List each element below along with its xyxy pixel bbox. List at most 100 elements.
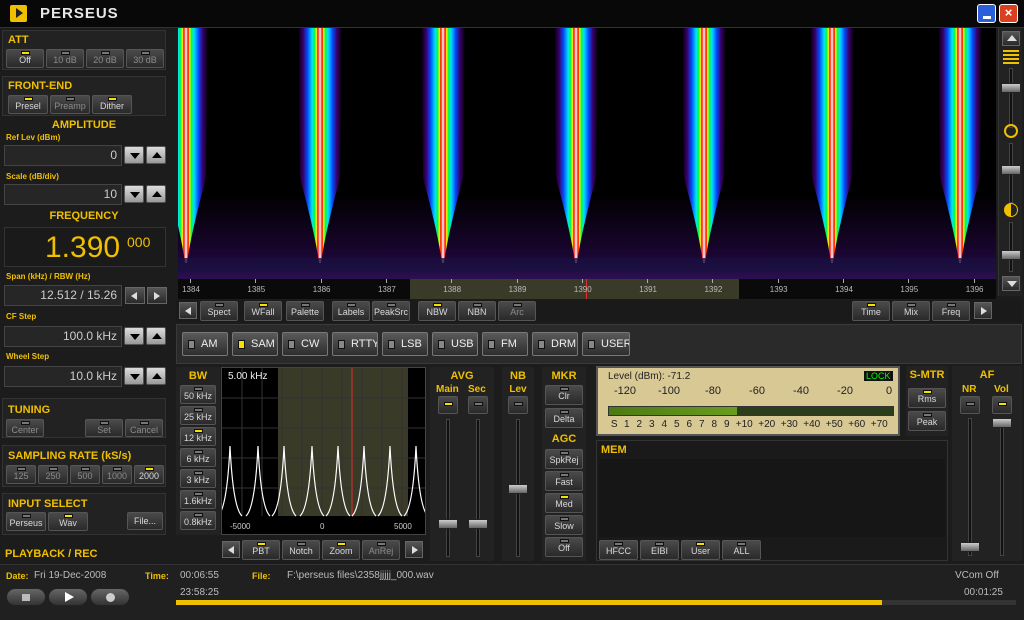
toolbar-palette-button[interactable]: Palette	[286, 301, 324, 321]
stop-button[interactable]	[6, 588, 46, 606]
agc-med-button[interactable]: Med	[545, 493, 583, 513]
ref-level-field[interactable]: 0	[4, 145, 122, 166]
avg-sec-button[interactable]	[468, 396, 488, 414]
filter-anrej-button[interactable]: AnRej	[362, 540, 400, 560]
mkr-clr-button[interactable]: Clr	[545, 385, 583, 405]
play-button[interactable]	[48, 588, 88, 606]
mode-fm-button[interactable]: FM	[482, 332, 528, 356]
input-wav-button[interactable]: Wav	[48, 512, 88, 531]
toolbar-nbw-button[interactable]: NBW	[418, 301, 456, 321]
cf-step-down-button[interactable]	[124, 327, 144, 345]
sampling-125-button[interactable]: 125	[6, 465, 36, 484]
mem-hfcc-button[interactable]: HFCC	[599, 540, 638, 560]
smtr-rms-button[interactable]: Rms	[908, 388, 946, 408]
file-button[interactable]: File...	[127, 512, 163, 530]
bw-3-khz-button[interactable]: 3 kHz	[180, 469, 216, 488]
ref-level-up-button[interactable]	[146, 146, 166, 164]
af-nr-button[interactable]	[960, 396, 980, 414]
bw-50-khz-button[interactable]: 50 kHz	[180, 385, 216, 404]
filter-zoom-button[interactable]: Zoom	[322, 540, 360, 560]
ref-level-down-button[interactable]	[124, 146, 144, 164]
toolbar-freq-button[interactable]: Freq	[932, 301, 970, 321]
scale-up-button[interactable]	[146, 185, 166, 203]
mem-user-button[interactable]: User	[681, 540, 720, 560]
att-10-db-button[interactable]: 10 dB	[46, 49, 84, 68]
toolbar-spect-button[interactable]: Spect	[200, 301, 238, 321]
frontend-presel-button[interactable]: Presel	[8, 95, 48, 114]
att-30-db-button[interactable]: 30 dB	[126, 49, 164, 68]
bw-1-6khz-button[interactable]: 1.6kHz	[180, 490, 216, 509]
wheel-step-up-button[interactable]	[146, 367, 166, 385]
mode-sam-button[interactable]: SAM	[232, 332, 278, 356]
frequency-scale[interactable]: 1384 1385 1386 1387 1388 1389 1390 1391 1392 1393…	[178, 279, 996, 299]
minimize-button[interactable]	[977, 4, 996, 23]
wheel-step-down-button[interactable]	[124, 367, 144, 385]
agc-spkrej-button[interactable]: SpkRej	[545, 449, 583, 469]
span-field[interactable]: 12.512 / 15.26	[4, 285, 122, 306]
tuning-cancel-button[interactable]: Cancel	[125, 419, 163, 437]
frequency-display[interactable]: 1.390 000	[4, 227, 166, 267]
filter-notch-button[interactable]: Notch	[282, 540, 320, 560]
cf-step-up-button[interactable]	[146, 327, 166, 345]
frontend-dither-button[interactable]: Dither	[92, 95, 132, 114]
adjust-down-button[interactable]	[1002, 276, 1020, 291]
bw-6-khz-button[interactable]: 6 kHz	[180, 448, 216, 467]
span-up-button[interactable]	[147, 287, 167, 304]
nb-button[interactable]	[508, 396, 528, 414]
scroll-left-button[interactable]	[179, 302, 197, 319]
playback-progress-track[interactable]	[176, 600, 1016, 605]
scroll-right-button[interactable]	[974, 302, 992, 319]
mode-rtty-button[interactable]: RTTY	[332, 332, 378, 356]
toolbar-labels-button[interactable]: Labels	[332, 301, 370, 321]
avg-main-button[interactable]	[438, 396, 458, 414]
bw-12-khz-button[interactable]: 12 kHz	[180, 427, 216, 446]
nb-level-knob[interactable]	[508, 484, 528, 494]
avg-sec-knob[interactable]	[468, 519, 488, 529]
att-off-button[interactable]: Off	[6, 49, 44, 68]
avg-main-knob[interactable]	[438, 519, 458, 529]
waterfall-display[interactable]	[164, 28, 996, 279]
scale-down-button[interactable]	[124, 185, 144, 203]
toolbar-arc-button[interactable]: Arc	[498, 301, 536, 321]
record-button[interactable]	[90, 588, 130, 606]
toolbar-time-button[interactable]: Time	[852, 301, 890, 321]
filter-pbt-button[interactable]: PBT	[242, 540, 280, 560]
mem-list[interactable]	[599, 459, 945, 537]
sampling-500-button[interactable]: 500	[70, 465, 100, 484]
mem-eibi-button[interactable]: EIBI	[640, 540, 679, 560]
agc-slow-button[interactable]: Slow	[545, 515, 583, 535]
tuning-center-button[interactable]: Center	[6, 419, 44, 437]
input-perseus-button[interactable]: Perseus	[6, 512, 46, 531]
smtr-peak-button[interactable]: Peak	[908, 411, 946, 431]
bw-25-khz-button[interactable]: 25 kHz	[180, 406, 216, 425]
close-button[interactable]: ×	[999, 4, 1018, 23]
cf-step-field[interactable]: 100.0 kHz	[4, 326, 122, 347]
frontend-preamp-button[interactable]: Preamp	[50, 95, 90, 114]
toolbar-peaksrc-button[interactable]: PeakSrc	[372, 301, 410, 321]
toolbar-nbn-button[interactable]: NBN	[458, 301, 496, 321]
wheel-step-field[interactable]: 10.0 kHz	[4, 366, 122, 387]
adjust-up-button[interactable]	[1002, 31, 1020, 46]
sampling-1000-button[interactable]: 1000	[102, 465, 132, 484]
sampling-250-button[interactable]: 250	[38, 465, 68, 484]
filter-right-button[interactable]	[405, 541, 423, 558]
att-20-db-button[interactable]: 20 dB	[86, 49, 124, 68]
filter-left-button[interactable]	[222, 541, 240, 558]
mode-cw-button[interactable]: CW	[282, 332, 328, 356]
mkr-delta-button[interactable]: Delta	[545, 408, 583, 428]
toolbar-mix-button[interactable]: Mix	[892, 301, 930, 321]
af-vol-button[interactable]	[992, 396, 1012, 414]
af-vol-knob[interactable]	[992, 418, 1012, 428]
filter-display[interactable]: 5.00 kHz -5000 0 5000	[217, 367, 429, 535]
mode-lsb-button[interactable]: LSB	[382, 332, 428, 356]
mode-usb-button[interactable]: USB	[432, 332, 478, 356]
af-nr-knob[interactable]	[960, 542, 980, 552]
agc-fast-button[interactable]: Fast	[545, 471, 583, 491]
mode-drm-button[interactable]: DRM	[532, 332, 578, 356]
bw-0-8khz-button[interactable]: 0.8kHz	[180, 511, 216, 530]
mode-user-button[interactable]: USER	[582, 332, 630, 356]
sampling-2000-button[interactable]: 2000	[134, 465, 164, 484]
mode-am-button[interactable]: AM	[182, 332, 228, 356]
brightness-slider-knob[interactable]	[1001, 165, 1021, 175]
mem-all-button[interactable]: ALL	[722, 540, 761, 560]
